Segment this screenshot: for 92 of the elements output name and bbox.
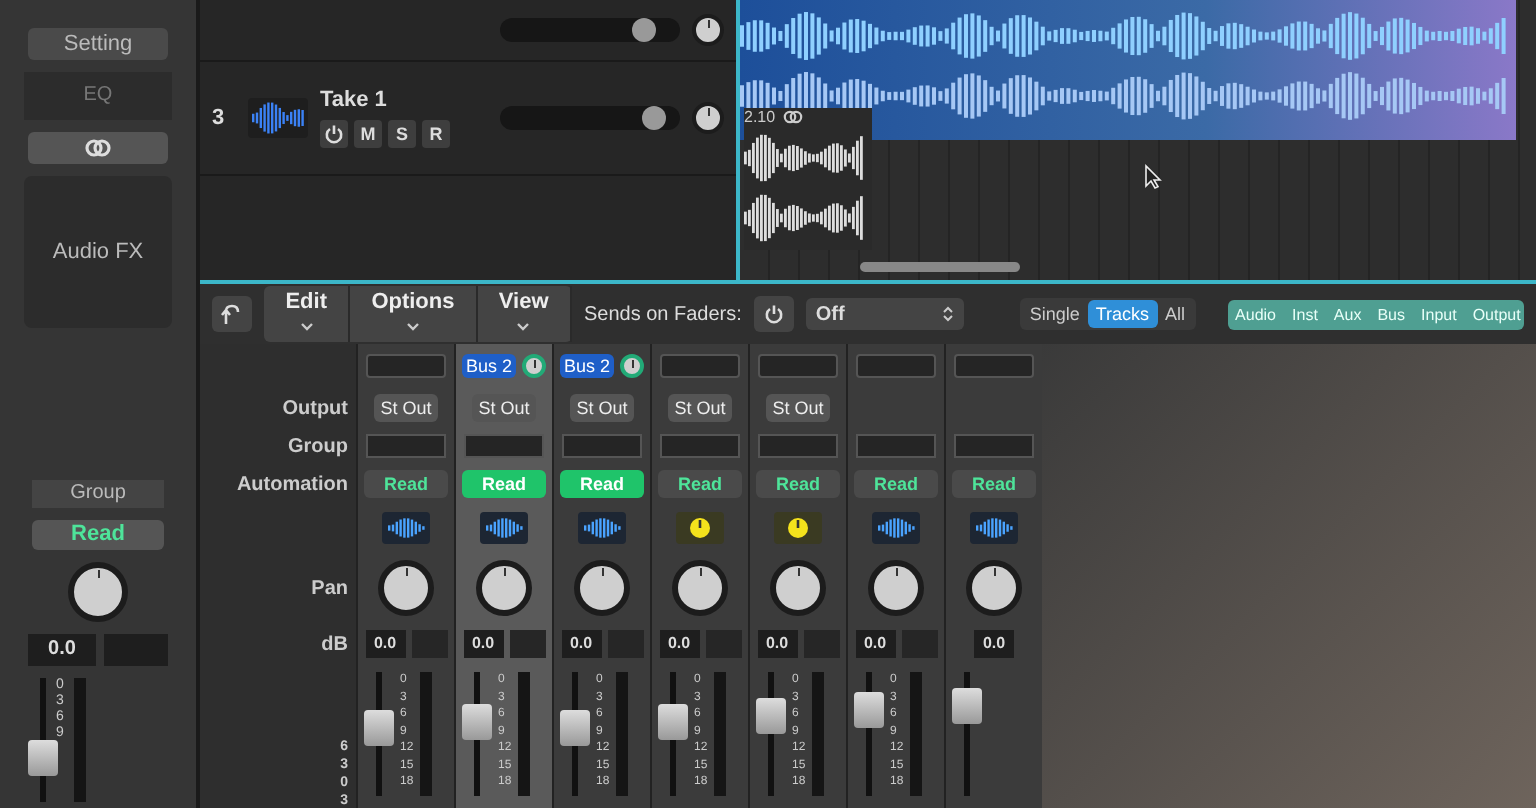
channel-routing-button[interactable]: St Out [472, 394, 536, 422]
volume-slider[interactable] [500, 106, 680, 130]
back-button[interactable] [212, 296, 252, 332]
row-label: Group [288, 435, 348, 457]
track-toggle[interactable]: M [354, 120, 382, 148]
automation-button[interactable]: Read [854, 470, 938, 498]
fader-thumb[interactable] [560, 709, 590, 746]
volume-slider[interactable] [500, 18, 680, 42]
pan-knob[interactable] [770, 560, 826, 616]
fader-thumb[interactable] [28, 740, 58, 777]
sends-dropdown[interactable]: Off [805, 298, 964, 330]
menu-button[interactable]: Edit [264, 286, 351, 342]
level-meter [419, 672, 432, 796]
level-meter [713, 672, 726, 796]
send-knob[interactable] [620, 354, 644, 378]
caret-icon [516, 321, 531, 332]
power-icon [763, 304, 784, 324]
volume-value: 0.0 [659, 630, 699, 658]
stepper-arrows-icon [941, 304, 954, 324]
track-toggle[interactable]: R [422, 120, 450, 148]
back-arrow-icon [220, 302, 244, 326]
volume-value: 0.0 [855, 630, 895, 658]
track-number: 3 [212, 106, 227, 130]
pan-knob[interactable] [68, 562, 128, 622]
group-slot[interactable]: Group [32, 480, 164, 508]
volume-value: 0.0 [757, 630, 797, 658]
level-meter [73, 678, 86, 802]
pan-knob[interactable] [966, 560, 1022, 616]
level-meter [517, 672, 530, 796]
volume-value: 0.0 [28, 634, 96, 666]
caret-icon [299, 321, 314, 332]
menu-button[interactable]: Options [350, 286, 478, 342]
pan-knob[interactable] [476, 560, 532, 616]
pan-knob[interactable] [672, 560, 728, 616]
automation-button[interactable]: Read [756, 470, 840, 498]
level-meter [615, 672, 628, 796]
volume-value: 0.0 [365, 630, 405, 658]
send-button[interactable]: Bus 2 [559, 354, 614, 378]
peak-display [509, 630, 545, 658]
automation-button[interactable]: Read [952, 470, 1036, 498]
power-button[interactable] [320, 120, 348, 148]
view-mode-tab[interactable]: Single [1021, 300, 1088, 328]
link-icon [781, 110, 804, 124]
automation-button[interactable]: Read [658, 470, 742, 498]
menu-button[interactable]: View [477, 286, 572, 342]
fader-thumb[interactable] [658, 703, 688, 740]
fader-thumb[interactable] [462, 703, 492, 740]
volume-value: 0.0 [463, 630, 503, 658]
row-label: Pan [311, 577, 348, 599]
fader-thumb[interactable] [952, 688, 982, 725]
mouse-pointer-icon [1144, 164, 1162, 190]
channel-strip[interactable]: Read 0.0 [944, 344, 1042, 808]
dropdown-value: Off [815, 303, 845, 325]
link-button[interactable] [28, 132, 168, 164]
pan-knob[interactable] [574, 560, 630, 616]
sends-label: Sends on Faders: [583, 303, 742, 325]
fader-thumb[interactable] [854, 691, 884, 728]
track-name: Take 1 [320, 88, 389, 112]
row-label: Automation [236, 473, 348, 495]
track-toggle[interactable]: S [388, 120, 416, 148]
waveform-icon [248, 98, 308, 138]
scrollbar[interactable] [860, 262, 1020, 272]
level-meter [811, 672, 824, 796]
volume-value: 0.0 [974, 630, 1014, 658]
view-mode-tab[interactable]: Tracks [1087, 300, 1158, 328]
setting-button[interactable]: Setting [28, 28, 168, 60]
automation-button[interactable]: Read [364, 470, 448, 498]
region-name: 2.10 [744, 108, 776, 126]
audio-fx-slot[interactable]: Audio FX [24, 176, 172, 328]
caret-icon [405, 321, 420, 332]
send-knob[interactable] [522, 354, 546, 378]
fader-thumb[interactable] [756, 697, 786, 734]
row-label: dB [321, 633, 348, 655]
channel-routing-button[interactable]: St Out [570, 394, 634, 422]
level-meter [909, 672, 922, 796]
row-label: Output [282, 397, 348, 419]
channel-routing-button[interactable]: St Out [668, 394, 732, 422]
fader-thumb[interactable] [364, 709, 394, 746]
channel-routing-button[interactable]: St Out [766, 394, 830, 422]
pan-knob[interactable] [378, 560, 434, 616]
volume-value: 0.0 [561, 630, 601, 658]
link-icon [82, 138, 114, 158]
send-button[interactable]: Bus 2 [461, 354, 516, 378]
power-button[interactable] [753, 296, 794, 332]
pan-knob[interactable] [692, 14, 724, 46]
pan-knob[interactable] [868, 560, 924, 616]
automation-button[interactable]: Read [32, 520, 164, 550]
channel-routing-button[interactable]: St Out [374, 394, 438, 422]
view-mode-tab[interactable]: All [1157, 300, 1194, 328]
pan-knob[interactable] [692, 102, 724, 134]
volume-thumb[interactable] [642, 106, 667, 130]
volume-thumb[interactable] [632, 18, 656, 42]
